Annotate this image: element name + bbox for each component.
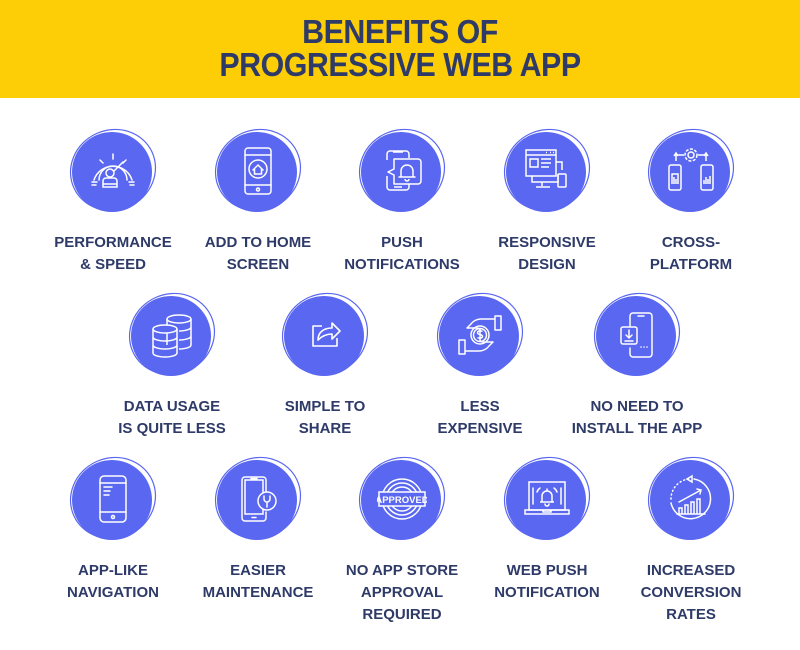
home-screen-phone-icon — [244, 147, 272, 195]
money-hands-icon — [458, 315, 502, 355]
benefit-label: ADD TO HOME — [204, 234, 312, 251]
benefit-label: WEB PUSH — [506, 562, 588, 579]
benefit-label: SCREEN — [226, 256, 290, 273]
benefit-label: RATES — [666, 606, 716, 623]
benefit-label: NOTIFICATION — [494, 584, 600, 601]
benefit-label: & SPEED — [80, 256, 146, 273]
cross-platform-icon — [668, 148, 714, 191]
benefit-label: APPROVAL — [360, 584, 444, 601]
benefit-label: INCREASED — [646, 562, 736, 579]
svg-text:APPROVED: APPROVED — [377, 495, 427, 506]
download-phone-icon — [620, 312, 653, 358]
responsive-devices-icon — [525, 149, 567, 188]
benefit-label: SIMPLE TO — [284, 398, 366, 415]
smartphone-icon — [99, 475, 127, 523]
benefit-label: RESPONSIVE — [498, 234, 596, 251]
benefit-label: PERFORMANCE — [54, 234, 172, 251]
benefit-label: NO APP STORE — [345, 562, 459, 579]
benefit-label: SHARE — [298, 420, 352, 437]
approved-stamp-icon: APPROVED — [377, 478, 427, 520]
benefit-label: NOTIFICATIONS — [344, 256, 460, 273]
title-line-2: PROGRESSIVE WEB APP — [219, 46, 581, 83]
page-title: BENEFITS OF PROGRESSIVE WEB APP — [32, 15, 768, 81]
benefit-label: CROSS- — [661, 234, 721, 251]
benefit-label: PLATFORM — [649, 256, 733, 273]
share-icon — [312, 322, 341, 347]
benefit-label: DATA USAGE — [123, 398, 221, 415]
benefit-label: REQUIRED — [362, 606, 442, 623]
benefit-label: INSTALL THE APP — [571, 420, 703, 437]
benefit-label: DESIGN — [518, 256, 576, 273]
benefit-label: PUSH — [381, 234, 423, 251]
phone-wrench-icon — [241, 476, 277, 522]
benefit-label: LESS — [460, 398, 500, 415]
benefit-label: EXPENSIVE — [437, 420, 523, 437]
header-banner: BENEFITS OF PROGRESSIVE WEB APP — [0, 0, 800, 98]
benefit-label: CONVERSION — [640, 584, 742, 601]
title-line-1: BENEFITS OF — [302, 13, 498, 50]
benefit-label: NO NEED TO — [590, 398, 684, 415]
benefit-label: MAINTENANCE — [202, 584, 314, 601]
benefit-label: APP-LIKE — [77, 562, 148, 579]
push-notification-icon — [386, 150, 422, 191]
database-icon — [152, 314, 192, 358]
benefit-label: IS QUITE LESS — [118, 420, 226, 437]
speedometer-icon — [91, 153, 135, 188]
growth-chart-icon — [670, 474, 712, 520]
benefit-label: EASIER — [230, 562, 286, 579]
benefit-label: NAVIGATION — [67, 584, 159, 601]
laptop-bell-icon — [524, 481, 570, 515]
